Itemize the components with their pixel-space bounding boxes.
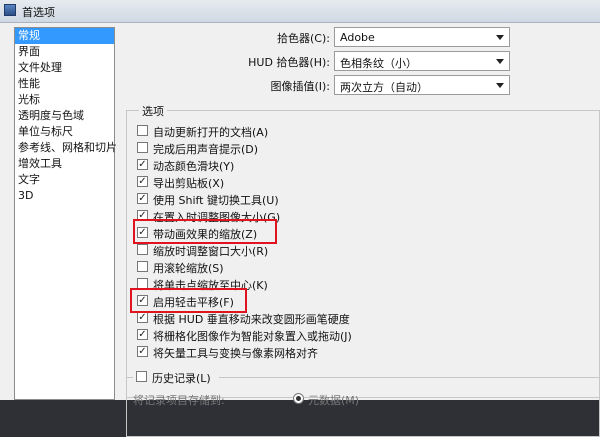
save-log-items-to-label: 将记录项目存储到: xyxy=(133,394,225,407)
sidebar-item-cursors[interactable]: 光标 xyxy=(15,92,114,108)
options-group-title: 选项 xyxy=(139,103,167,119)
option-label: 动态颜色滑块(Y) xyxy=(153,160,235,173)
sidebar-item-plugins[interactable]: 增效工具 xyxy=(15,156,114,172)
title-bar: 首选项 xyxy=(0,0,600,23)
checkbox[interactable] xyxy=(136,371,147,382)
preferences-dialog: 首选项 常规 界面 文件处理 性能 光标 透明度与色域 单位与标尺 参考线、网格… xyxy=(0,0,600,437)
option-label: 完成后用声音提示(D) xyxy=(153,143,259,156)
checkbox[interactable] xyxy=(137,244,148,255)
sidebar-item-3d[interactable]: 3D xyxy=(15,188,114,204)
checkbox[interactable] xyxy=(137,142,148,153)
hud-picker-select[interactable]: 色相条纹（小） xyxy=(334,51,510,71)
history-group: 历史记录(L) 将记录项目存储到: 元数据(M) xyxy=(126,370,600,437)
hud-picker-label: HUD 拾色器(H): xyxy=(248,56,330,69)
general-settings-panel: 拾色器(C): Adobe HUD 拾色器(H): 色相条纹（小） 图像插值(I… xyxy=(122,27,600,437)
color-picker-label: 拾色器(C): xyxy=(277,32,330,45)
hud-picker-row: HUD 拾色器(H): 色相条纹（小） xyxy=(122,51,600,71)
sidebar-item-units-rulers[interactable]: 单位与标尺 xyxy=(15,124,114,140)
option-label: 根据 HUD 垂直移动来改变圆形画笔硬度 xyxy=(153,313,350,326)
window-title: 首选项 xyxy=(22,6,55,19)
app-icon xyxy=(4,4,16,16)
color-picker-select[interactable]: Adobe xyxy=(334,27,510,47)
option-label: 用滚轮缩放(S) xyxy=(153,262,224,275)
option-label: 使用 Shift 键切换工具(U) xyxy=(153,194,279,207)
highlight-box-animated-zoom xyxy=(133,219,277,244)
history-log-option[interactable]: 历史记录(L) xyxy=(133,370,219,385)
interpolation-value: 两次立方（自动） xyxy=(340,81,428,94)
sidebar-item-performance[interactable]: 性能 xyxy=(15,76,114,92)
hud-picker-value: 色相条纹（小） xyxy=(340,57,417,70)
interpolation-select[interactable]: 两次立方（自动） xyxy=(334,75,510,95)
checkbox-checked[interactable]: ✓ xyxy=(137,312,148,323)
sidebar-item-interface[interactable]: 界面 xyxy=(15,44,114,60)
checkbox-checked[interactable]: ✓ xyxy=(137,176,148,187)
option-label: 缩放时调整窗口大小(R) xyxy=(153,245,269,258)
chevron-down-icon xyxy=(496,35,504,40)
option-label: 导出剪贴板(X) xyxy=(153,177,225,190)
checkbox-checked[interactable]: ✓ xyxy=(137,329,148,340)
checkbox-checked[interactable]: ✓ xyxy=(137,159,148,170)
option-label: 自动更新打开的文档(A) xyxy=(153,126,269,139)
sidebar-item-file-handling[interactable]: 文件处理 xyxy=(15,60,114,76)
color-picker-value: Adobe xyxy=(340,31,375,44)
checkbox-checked[interactable]: ✓ xyxy=(137,193,148,204)
history-log-label: 历史记录(L) xyxy=(152,372,211,385)
checkbox-checked[interactable]: ✓ xyxy=(137,346,148,357)
sidebar-item-general[interactable]: 常规 xyxy=(15,28,114,44)
highlight-box-flick-panning xyxy=(130,288,247,313)
sidebar-item-type[interactable]: 文字 xyxy=(15,172,114,188)
color-picker-row: 拾色器(C): Adobe xyxy=(122,27,600,47)
interpolation-label: 图像插值(I): xyxy=(270,80,330,93)
option-label: 将矢量工具与变换与像素网格对齐 xyxy=(153,347,318,360)
interpolation-row: 图像插值(I): 两次立方（自动） xyxy=(122,75,600,95)
metadata-radio[interactable] xyxy=(293,393,304,404)
metadata-radio-label: 元数据(M) xyxy=(308,394,360,407)
category-list: 常规 界面 文件处理 性能 光标 透明度与色域 单位与标尺 参考线、网格和切片 … xyxy=(14,27,117,400)
sidebar-item-transparency-gamut[interactable]: 透明度与色域 xyxy=(15,108,114,124)
sidebar-item-guides-grid-slices[interactable]: 参考线、网格和切片 xyxy=(15,140,117,156)
option-label: 将栅格化图像作为智能对象置入或拖动(J) xyxy=(153,330,352,343)
chevron-down-icon xyxy=(496,83,504,88)
checkbox[interactable] xyxy=(137,261,148,272)
options-group: 选项 自动更新打开的文档(A) 完成后用声音提示(D) ✓ 动态颜色滑块(Y) … xyxy=(126,103,600,398)
checkbox[interactable] xyxy=(137,125,148,136)
chevron-down-icon xyxy=(496,59,504,64)
